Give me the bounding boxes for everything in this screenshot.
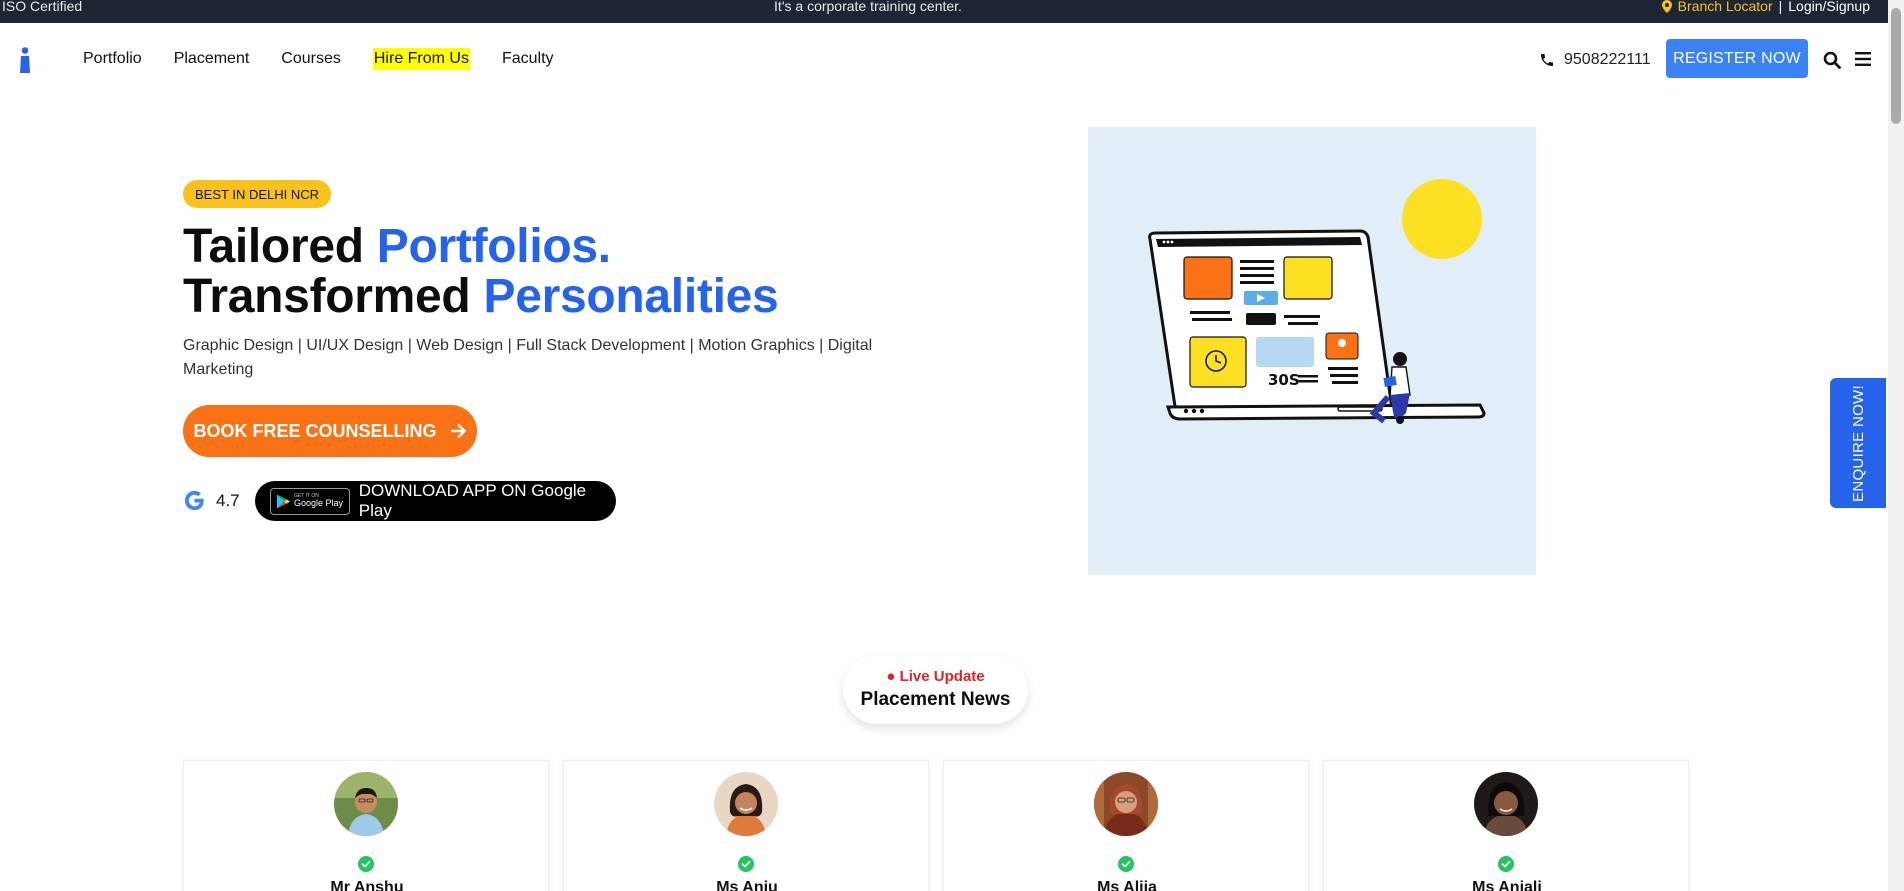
enquire-now-label: ENQUIRE NOW! <box>1849 384 1867 502</box>
topbar-tagline: It's a corporate training center. <box>774 0 962 14</box>
google-play-badge: GET IT ON Google Play <box>270 487 350 515</box>
avatar <box>334 772 398 836</box>
rating-value: 4.7 <box>216 490 240 510</box>
phone-number: 9508222111 <box>1564 51 1651 68</box>
branch-locator-link[interactable]: Branch Locator <box>1661 0 1773 14</box>
login-signup-link[interactable]: Login/Signup <box>1788 0 1870 13</box>
nav-menu: Portfolio Placement Courses Hire From Us… <box>83 23 586 95</box>
verified-check-icon <box>358 856 374 872</box>
download-app-label: DOWNLOAD APP ON Google Play <box>358 481 587 520</box>
illustration-30s-text: 30S <box>1268 371 1300 389</box>
page-scrollbar-track[interactable] <box>1888 0 1904 891</box>
google-g-icon <box>184 490 204 511</box>
live-update-label: ● Live Update <box>886 668 985 685</box>
verified-check-icon <box>738 856 754 872</box>
hero-illustration: 30S <box>1088 127 1536 575</box>
location-pin-icon <box>1661 0 1672 13</box>
heading-text-dark: Transformed <box>183 270 484 323</box>
gp-badge-big-text: Google Play <box>294 498 344 508</box>
search-icon[interactable] <box>1823 51 1841 69</box>
logo-icon[interactable] <box>18 47 32 73</box>
heading-text-blue: Portfolios. <box>376 220 611 273</box>
verified-check-icon <box>1118 856 1134 872</box>
avatar <box>1474 772 1538 836</box>
best-in-delhi-badge: BEST IN DELHI NCR <box>183 180 332 208</box>
topbar-separator: | <box>1778 0 1783 14</box>
hero-heading: Tailored Portfolios. Transformed Persona… <box>183 222 779 323</box>
placement-name: Ms Alija <box>1097 879 1157 891</box>
google-rating: 4.7 <box>183 489 240 512</box>
avatar <box>1094 772 1158 836</box>
placement-news-header: ● Live Update Placement News <box>843 656 1028 724</box>
cta-label: BOOK FREE COUNSELLING <box>193 420 437 441</box>
laptop-illustration: 30S <box>1148 179 1486 424</box>
placement-cards: Mr Anshu Ms Anju Ms Alija Ms Anjali <box>183 760 1690 891</box>
nav-item-portfolio[interactable]: Portfolio <box>83 48 142 70</box>
placement-card[interactable]: Ms Alija <box>943 760 1309 891</box>
phone-link[interactable]: 9508222111 <box>1539 48 1651 72</box>
placement-card[interactable]: Mr Anshu <box>183 760 549 891</box>
placement-card[interactable]: Ms Anju <box>563 760 929 891</box>
placement-name: Mr Anshu <box>330 879 404 891</box>
phone-icon <box>1541 54 1553 66</box>
hero-heading-line-1: Tailored Portfolios. <box>183 222 778 272</box>
hero-course-list: Graphic Design | UI/UX Design | Web Desi… <box>183 337 873 378</box>
nav-item-faculty[interactable]: Faculty <box>502 48 554 70</box>
heading-text-blue: Personalities <box>483 270 779 323</box>
download-app-button[interactable]: GET IT ON Google Play DOWNLOAD APP ON Go… <box>255 481 616 521</box>
nav-item-courses[interactable]: Courses <box>281 48 341 70</box>
nav-item-placement[interactable]: Placement <box>174 48 250 70</box>
google-play-icon <box>277 494 290 508</box>
register-now-button[interactable]: REGISTER NOW <box>1666 39 1808 78</box>
main-navigation: Portfolio Placement Courses Hire From Us… <box>0 23 1888 95</box>
heading-text-dark: Tailored <box>183 220 377 273</box>
placement-news-title: Placement News <box>860 689 1011 710</box>
top-bar: ISO Certified It's a corporate training … <box>0 0 1904 23</box>
hero-heading-line-2: Transformed Personalities <box>183 270 779 323</box>
book-free-counselling-button[interactable]: BOOK FREE COUNSELLING <box>183 405 477 457</box>
nav-item-hire-from-us[interactable]: Hire From Us <box>372 48 470 70</box>
enquire-now-tab[interactable]: ENQUIRE NOW! <box>1830 378 1886 508</box>
arrow-right-icon <box>450 424 466 438</box>
hamburger-menu-icon[interactable] <box>1855 52 1871 66</box>
page-scrollbar-thumb[interactable] <box>1891 8 1901 124</box>
topbar-links: Branch Locator | Login/Signup <box>1661 0 1870 14</box>
verified-check-icon <box>1498 856 1514 872</box>
avatar <box>714 772 778 836</box>
placement-name: Ms Anju <box>716 879 778 891</box>
placement-name: Ms Anjali <box>1472 879 1542 891</box>
placement-card[interactable]: Ms Anjali <box>1323 760 1689 891</box>
branch-locator-label: Branch Locator <box>1677 0 1773 14</box>
